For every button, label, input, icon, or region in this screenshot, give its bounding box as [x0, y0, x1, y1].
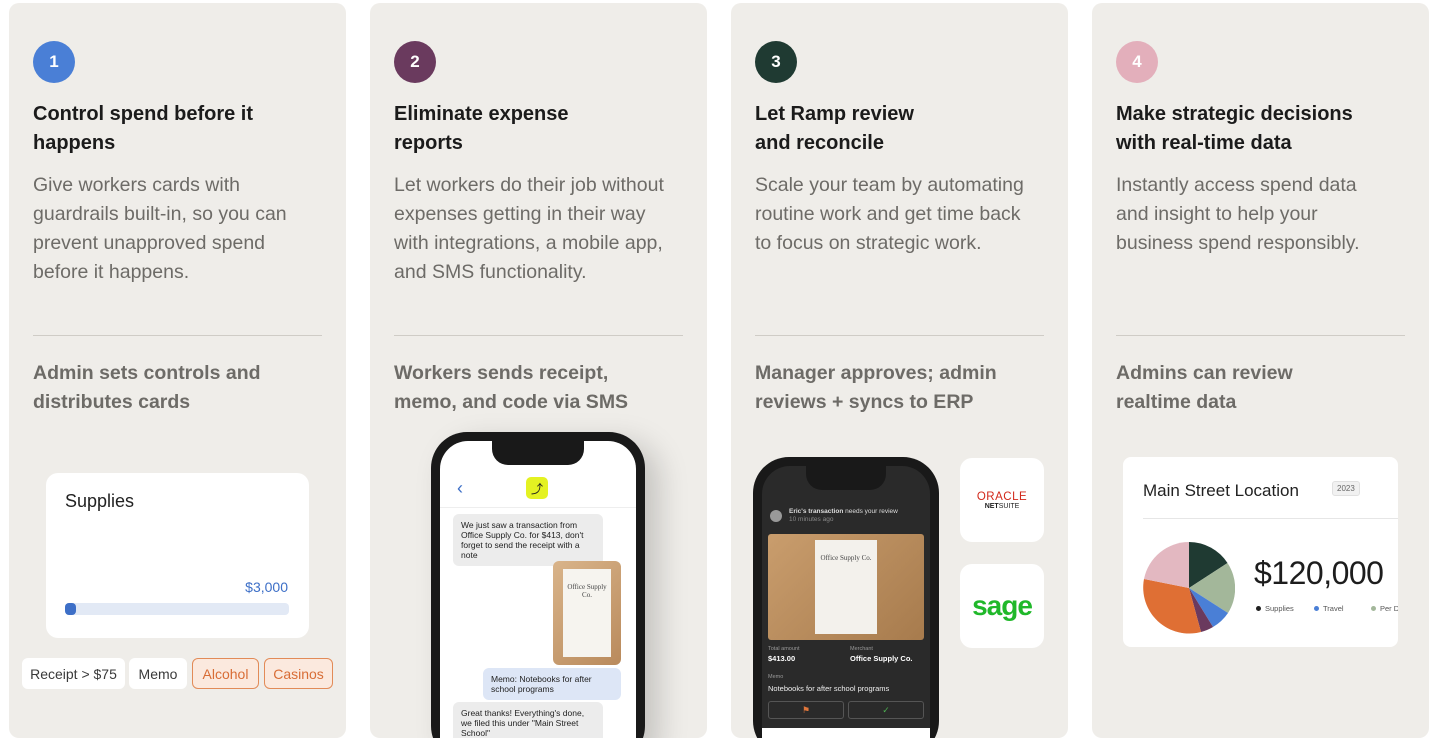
phone-notch: [492, 441, 584, 465]
divider: [755, 335, 1044, 336]
step-number-badge: 1: [33, 41, 75, 83]
step-description: Scale your team by automating routine wo…: [755, 174, 1024, 254]
step-number-badge: 2: [394, 41, 436, 83]
spend-pie-chart: [1143, 542, 1235, 634]
merchant-name: Office Supply Co.: [850, 654, 913, 663]
total-spend: $120,000: [1254, 555, 1384, 591]
rule-chip-alcohol: Alcohol: [192, 658, 259, 689]
ramp-logo-icon: ⤴: [526, 477, 548, 499]
legend-label: Supplies: [1265, 604, 1294, 613]
spend-limit-card: Supplies $3,000: [46, 473, 309, 638]
total-label: Total amount: [768, 646, 800, 652]
netsuite-logo-text: NETSUITE: [985, 503, 1020, 510]
oracle-netsuite-logo: ORACLE NETSUITE: [960, 458, 1044, 542]
divider: [33, 335, 322, 336]
legend-label: Travel: [1323, 604, 1344, 613]
step-subtitle: Workers sends receipt, memo, and code vi…: [394, 362, 629, 413]
spend-limit-amount: $3,000: [245, 579, 288, 595]
sms-memo-outgoing: Memo: Notebooks for after school program…: [483, 668, 621, 700]
spend-progress-fill: [65, 603, 77, 615]
avatar: [770, 510, 782, 522]
rule-chip-casinos: Casinos: [264, 658, 333, 689]
sage-logo-text: sage: [972, 590, 1033, 621]
step-description: Let workers do their job without expense…: [394, 174, 664, 283]
memo-text: Notebooks for after school programs: [768, 684, 890, 693]
legend-item-per-diem: Per Diem: [1371, 604, 1398, 613]
step-card-4: 4 Make strategic decisions with real-tim…: [1092, 3, 1429, 738]
legend-item-supplies: Supplies: [1256, 604, 1294, 613]
divider: [394, 335, 683, 336]
sms-screen: ‹ ⤴ We just saw a transaction from Offic…: [440, 441, 636, 738]
divider: [440, 507, 636, 508]
approve-button[interactable]: ✓: [848, 701, 924, 719]
divider: [1116, 335, 1405, 336]
legend-item-travel: Travel: [1314, 604, 1344, 613]
oracle-logo-text: ORACLE: [976, 490, 1028, 503]
receipt-paper: Office Supply Co.: [563, 569, 611, 657]
review-notification: Eric's transaction needs your review 10 …: [789, 508, 898, 524]
legend-label: Per Diem: [1380, 604, 1398, 613]
sms-message-reply: Great thanks! Everything's done, we file…: [453, 702, 603, 738]
step-subtitle: Manager approves; admin reviews + syncs …: [755, 362, 997, 413]
memo-label: Memo: [768, 674, 784, 680]
step-subtitle: Admin sets controls and distributes card…: [33, 362, 261, 413]
year-badge[interactable]: 2023: [1332, 481, 1360, 496]
review-user: Eric's transaction: [789, 508, 844, 515]
step-card-2: 2 Eliminate expense reports Let workers …: [370, 3, 707, 738]
step-description: Give workers cards with guardrails built…: [33, 174, 287, 283]
step-number-badge: 3: [755, 41, 797, 83]
phone-mockup: ‹ ⤴ We just saw a transaction from Offic…: [431, 432, 645, 738]
step-card-3: 3 Let Ramp review and reconcile Scale yo…: [731, 3, 1068, 738]
step-description: Instantly access spend data and insight …: [1116, 174, 1360, 254]
phone-mockup: Eric's transaction needs your review 10 …: [753, 457, 939, 738]
flag-button[interactable]: ⚑: [768, 701, 844, 719]
location-spend-card: Main Street Location 2023 $120,000 Suppl…: [1123, 457, 1398, 647]
review-screen: Eric's transaction needs your review 10 …: [762, 466, 930, 738]
netsuite-logo-bold: NET: [984, 502, 999, 510]
phone-notch: [806, 466, 886, 490]
sage-logo: sage: [960, 564, 1044, 648]
spend-category-title: Supplies: [65, 491, 135, 511]
step-title: Control spend before it happens: [33, 103, 253, 154]
total-amount: $413.00: [768, 654, 796, 663]
receipt-photo: Office Supply Co.: [553, 561, 621, 665]
location-title: Main Street Location: [1143, 481, 1299, 500]
back-chevron-icon[interactable]: ‹: [457, 478, 463, 499]
step-title: Make strategic decisions with real-time …: [1116, 103, 1353, 154]
step-number-badge: 4: [1116, 41, 1158, 83]
rule-chip-memo: Memo: [129, 658, 187, 689]
spend-progress-bar: [65, 603, 289, 615]
review-time: 10 minutes ago: [789, 516, 834, 523]
step-title: Eliminate expense reports: [394, 103, 569, 154]
divider: [1143, 518, 1398, 519]
review-text: needs your review: [843, 508, 898, 515]
step-subtitle: Admins can review realtime data: [1116, 362, 1293, 413]
sms-message-incoming: We just saw a transaction from Office Su…: [453, 514, 603, 566]
step-card-1: 1 Control spend before it happens Give w…: [9, 3, 346, 738]
screen-footer: [762, 728, 930, 738]
merchant-label: Merchant: [850, 646, 873, 652]
receipt-photo: Office Supply Co.: [768, 534, 924, 640]
rule-chip-receipt: Receipt > $75: [22, 658, 125, 689]
receipt-paper: Office Supply Co.: [815, 540, 877, 634]
netsuite-logo-light: SUITE: [998, 502, 1020, 510]
step-title: Let Ramp review and reconcile: [755, 103, 914, 154]
